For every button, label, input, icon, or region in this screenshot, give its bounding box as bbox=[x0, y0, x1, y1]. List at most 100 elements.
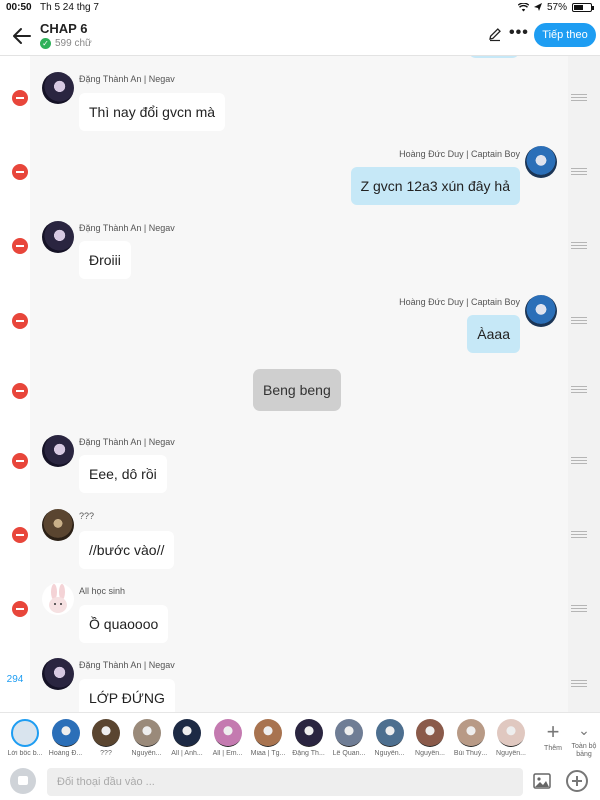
word-count-label: 599 chữ bbox=[55, 38, 92, 49]
pencil-icon[interactable] bbox=[487, 26, 503, 42]
message-counter: 294 bbox=[0, 669, 30, 691]
wifi-icon bbox=[517, 3, 529, 12]
avatar[interactable] bbox=[525, 295, 557, 327]
character-label: Miaa | Tg... bbox=[250, 750, 286, 757]
avatar[interactable] bbox=[42, 658, 74, 690]
message-bubble[interactable]: Ồ quaoooo bbox=[79, 605, 169, 643]
character-chip[interactable]: Hoàng Đ... bbox=[47, 719, 85, 757]
message-bubble[interactable]: //bước vào// bbox=[79, 531, 175, 569]
back-arrow-icon[interactable] bbox=[10, 24, 34, 48]
message-bubble[interactable]: Z gvcn 12a3 xún đây hả bbox=[350, 167, 520, 205]
chat-bubble-icon[interactable] bbox=[10, 768, 36, 794]
check-icon: ✓ bbox=[40, 38, 51, 49]
input-bar: Đối thoại đầu vào ... bbox=[0, 764, 600, 800]
drag-handle-icon[interactable] bbox=[571, 242, 587, 250]
character-avatar bbox=[375, 719, 404, 747]
battery-icon bbox=[572, 3, 594, 12]
bunny-icon bbox=[49, 584, 67, 613]
status-time: 00:50 bbox=[6, 2, 32, 13]
speaker-name: Đặng Thành An | Negav bbox=[79, 74, 175, 84]
character-avatar bbox=[173, 719, 201, 747]
character-chip[interactable]: Lời bốc b... bbox=[6, 719, 44, 757]
dialogue-input[interactable]: Đối thoại đầu vào ... bbox=[47, 768, 523, 796]
character-chip[interactable]: Nguyễn... bbox=[411, 719, 449, 757]
story-content[interactable]: Đặng Thành An | Negav Thì nay đổi gvcn m… bbox=[30, 56, 568, 712]
character-label: Lê Quan... bbox=[332, 750, 366, 757]
drag-handle-icon[interactable] bbox=[571, 680, 587, 688]
delete-message-button[interactable] bbox=[12, 238, 28, 254]
delete-message-button[interactable] bbox=[12, 164, 28, 180]
narration-bubble[interactable]: Beng beng bbox=[253, 369, 341, 411]
character-bar: + Thêm ⌄ Toàn bộ bảng Lời bốc b... Hoàng … bbox=[0, 712, 600, 764]
character-avatar bbox=[497, 719, 525, 747]
character-chip[interactable]: Bùi Thuỳ... bbox=[452, 719, 490, 757]
image-icon[interactable] bbox=[533, 773, 551, 789]
avatar[interactable] bbox=[42, 509, 74, 541]
word-count: ✓ 599 chữ bbox=[40, 38, 92, 49]
chevron-down-icon: ⌄ bbox=[578, 722, 590, 738]
delete-message-button[interactable] bbox=[12, 383, 28, 399]
character-chip[interactable]: Lê Quan... bbox=[330, 719, 368, 757]
plus-icon: + bbox=[546, 719, 560, 744]
avatar[interactable] bbox=[525, 146, 557, 178]
drag-handle-icon[interactable] bbox=[571, 94, 587, 102]
character-chip[interactable]: Nguyễn... bbox=[371, 719, 409, 757]
message-bubble[interactable]: Thì nay đổi gvcn mà bbox=[79, 93, 226, 131]
character-chip[interactable]: Nguyễn... bbox=[492, 719, 530, 757]
speaker-name: Đặng Thành An | Negav bbox=[79, 223, 175, 233]
character-avatar bbox=[51, 719, 80, 747]
character-label: All | Em... bbox=[212, 750, 243, 757]
battery-percent: 57% bbox=[546, 2, 567, 13]
character-avatar bbox=[416, 719, 444, 747]
drag-handle-icon[interactable] bbox=[571, 317, 587, 325]
character-chip[interactable]: Đặng Th... bbox=[290, 719, 328, 757]
character-avatar bbox=[335, 719, 363, 747]
speaker-name: Hoàng Đức Duy | Captain Boy bbox=[399, 149, 520, 159]
character-avatar bbox=[213, 719, 242, 747]
drag-handle-icon[interactable] bbox=[571, 605, 587, 613]
more-options-icon[interactable]: ••• bbox=[509, 24, 529, 42]
speaker-name: Hoàng Đức Duy | Captain Boy bbox=[399, 297, 520, 307]
character-label: Nguyễn... bbox=[131, 750, 162, 757]
all-characters-button[interactable]: ⌄ Toàn bộ bảng bbox=[568, 721, 600, 759]
drag-handle-icon[interactable] bbox=[571, 386, 587, 394]
character-avatar bbox=[132, 719, 161, 747]
location-icon bbox=[533, 3, 542, 11]
character-label: Đặng Th... bbox=[292, 750, 325, 757]
message-bubble[interactable]: Eee, dô rồi bbox=[79, 455, 167, 493]
character-chip[interactable]: All | Anh... bbox=[168, 719, 206, 757]
avatar[interactable] bbox=[42, 72, 74, 104]
message-bubble[interactable]: Àaaa bbox=[467, 315, 520, 353]
status-date: Th 5 24 thg 7 bbox=[40, 2, 99, 13]
avatar[interactable] bbox=[42, 435, 74, 467]
character-chip[interactable]: Miaa | Tg... bbox=[249, 719, 287, 757]
character-chip[interactable]: ??? bbox=[87, 719, 125, 757]
delete-message-button[interactable] bbox=[12, 601, 28, 617]
delete-message-button[interactable] bbox=[12, 313, 28, 329]
character-label: Nguyễn... bbox=[496, 750, 526, 757]
character-label: All | Anh... bbox=[171, 750, 203, 757]
avatar[interactable] bbox=[42, 583, 74, 615]
character-avatar bbox=[294, 719, 323, 747]
avatar[interactable] bbox=[42, 221, 74, 253]
next-button[interactable]: Tiếp theo bbox=[534, 23, 596, 47]
chapter-title: CHAP 6 bbox=[40, 21, 88, 36]
delete-message-button[interactable] bbox=[12, 527, 28, 543]
character-label: ??? bbox=[100, 750, 112, 757]
drag-handle-icon[interactable] bbox=[571, 168, 587, 176]
character-chip[interactable]: Nguyễn... bbox=[128, 719, 166, 757]
delete-message-button[interactable] bbox=[12, 90, 28, 106]
delete-message-button[interactable] bbox=[12, 453, 28, 469]
add-character-button[interactable]: + Thêm bbox=[541, 719, 565, 753]
message-bubble[interactable]: Đroiii bbox=[79, 241, 131, 279]
character-avatar bbox=[11, 719, 39, 747]
character-label: Nguyễn... bbox=[415, 750, 445, 757]
drag-handle-icon[interactable] bbox=[571, 457, 587, 465]
message-bubble[interactable]: LỚP ĐỨNG bbox=[79, 679, 175, 712]
speaker-name: Đặng Thành An | Negav bbox=[79, 437, 175, 447]
character-chip[interactable]: All | Em... bbox=[209, 719, 247, 757]
drag-handle-icon[interactable] bbox=[571, 531, 587, 539]
add-icon[interactable] bbox=[566, 770, 588, 792]
character-label: Hoàng Đ... bbox=[48, 750, 83, 757]
all-characters-label: Toàn bộ bảng bbox=[571, 743, 597, 758]
